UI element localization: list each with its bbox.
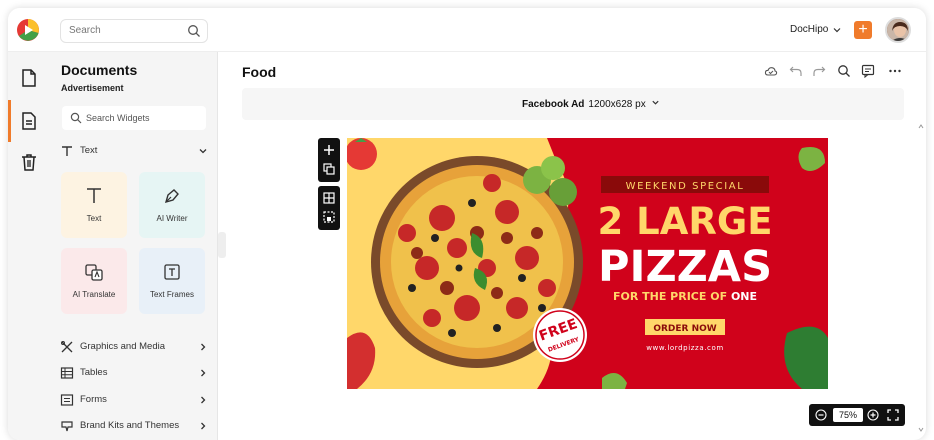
ad-line3-emph: ONE: [731, 290, 757, 303]
tile-label: Text Frames: [149, 290, 194, 299]
tile-label: AI Translate: [72, 290, 116, 299]
ad-banner: WEEKEND SPECIAL: [626, 181, 745, 192]
format-size: 1200x628 px: [588, 99, 646, 110]
text-frames-tile[interactable]: Text Frames: [139, 248, 205, 314]
widget-search-placeholder: Search Widgets: [86, 113, 150, 123]
tile-label: AI Writer: [156, 214, 188, 223]
format-bar: Facebook Ad 1200x628 px: [242, 88, 904, 120]
chevron-down-icon: [652, 100, 660, 105]
redo-icon[interactable]: [812, 64, 826, 78]
table-icon: [60, 367, 74, 379]
text-section-header[interactable]: Text: [60, 142, 208, 160]
section-tables[interactable]: Tables: [60, 364, 208, 382]
canvas-toolbar-2: [318, 186, 340, 230]
panel-subtitle: Advertisement: [61, 83, 124, 93]
user-avatar[interactable]: [885, 17, 911, 43]
ad-line2: PIZZAS: [598, 242, 772, 292]
new-document-icon[interactable]: [19, 68, 39, 88]
more-options-icon[interactable]: [888, 64, 902, 78]
cloud-save-icon[interactable]: [764, 64, 778, 78]
section-label: Graphics and Media: [80, 341, 166, 352]
section-forms[interactable]: Forms: [60, 391, 208, 409]
ai-writer-tile[interactable]: AI Writer: [139, 172, 205, 238]
vertical-scrollbar[interactable]: [918, 124, 924, 432]
section-label: Forms: [80, 394, 107, 405]
graphics-media-icon: [61, 341, 73, 353]
dochipo-logo[interactable]: [16, 18, 40, 42]
search-icon[interactable]: [187, 24, 201, 38]
search-icon[interactable]: [837, 64, 851, 78]
section-label: Tables: [80, 367, 108, 378]
zoom-level[interactable]: 75%: [833, 408, 863, 422]
text-widget-tile[interactable]: Text: [61, 172, 127, 238]
top-bar: Search DocHipo +: [8, 8, 926, 52]
translate-icon: [85, 264, 103, 281]
brand-kit-icon: [61, 421, 73, 432]
search-input[interactable]: Search: [60, 19, 208, 43]
pizza-ad-artwork: FREE DELIVERY WEEKEND SPECIAL 2 LARGE PI…: [347, 138, 828, 389]
ai-translate-tile[interactable]: AI Translate: [61, 248, 127, 314]
text-t-icon: [62, 146, 72, 156]
chevron-right-icon: [201, 369, 206, 377]
design-canvas[interactable]: FREE DELIVERY WEEKEND SPECIAL 2 LARGE PI…: [347, 138, 828, 389]
section-graphics-media[interactable]: Graphics and Media: [60, 338, 208, 356]
tile-label: Text: [86, 214, 102, 223]
section-label: Brand Kits and Themes: [80, 420, 180, 431]
ad-url: www.lordpizza.com: [646, 344, 724, 352]
ad-line1: 2 LARGE: [598, 200, 773, 243]
section-brand-kits[interactable]: Brand Kits and Themes: [60, 417, 208, 435]
undo-icon[interactable]: [789, 64, 803, 78]
format-name: Facebook Ad: [522, 99, 585, 110]
search-placeholder: Search: [69, 25, 101, 36]
ad-line3-prefix: FOR THE PRICE OF: [613, 290, 727, 303]
rail-active-indicator: [8, 100, 11, 142]
add-page-icon[interactable]: [323, 144, 335, 156]
workspace-name[interactable]: DocHipo: [790, 24, 828, 35]
pen-nib-icon: [164, 189, 179, 204]
zoom-out-icon[interactable]: [815, 409, 827, 421]
duplicate-icon[interactable]: [323, 163, 335, 175]
text-section-label: Text: [80, 145, 98, 156]
trash-icon[interactable]: [19, 152, 39, 172]
chevron-right-icon: [201, 422, 206, 430]
canvas-toolbar: [318, 138, 340, 182]
ad-cta: ORDER NOW: [653, 324, 716, 334]
create-button[interactable]: +: [854, 21, 872, 39]
chevron-right-icon: [201, 343, 206, 351]
svg-text:FOR THE PRICE OF ONE: FOR THE PRICE OF ONE: [613, 290, 757, 303]
search-icon: [70, 112, 82, 124]
form-icon: [60, 394, 74, 406]
left-rail: [8, 52, 50, 440]
zoom-control: 75%: [809, 404, 905, 426]
chevron-right-icon: [201, 396, 206, 404]
widgets-panel: Documents Advertisement Search Widgets T…: [50, 52, 218, 440]
chevron-down-icon: [199, 149, 207, 154]
panel-title: Documents: [61, 62, 138, 78]
comment-icon[interactable]: [861, 64, 875, 78]
text-t-icon: [87, 188, 101, 203]
grid-icon[interactable]: [323, 192, 335, 204]
fullscreen-icon[interactable]: [887, 409, 899, 421]
select-area-icon[interactable]: [323, 211, 335, 223]
documents-icon[interactable]: [19, 111, 39, 131]
zoom-in-icon[interactable]: [867, 409, 879, 421]
app-window: Search DocHipo + Documents Advertisement…: [8, 8, 926, 440]
widget-search-input[interactable]: Search Widgets: [62, 106, 206, 130]
document-title[interactable]: Food: [242, 64, 276, 80]
text-frame-icon: [164, 264, 180, 280]
chevron-down-icon[interactable]: [832, 25, 842, 35]
panel-collapse-handle[interactable]: [218, 232, 226, 258]
format-selector[interactable]: Facebook Ad 1200x628 px: [522, 98, 660, 110]
